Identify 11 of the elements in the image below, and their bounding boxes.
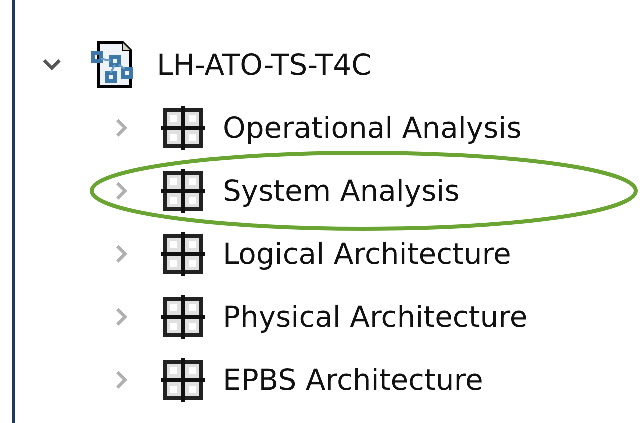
- tree-item-label[interactable]: Logical Architecture: [223, 236, 512, 270]
- grid-icon: [161, 232, 205, 276]
- tree-item-label[interactable]: EPBS Architecture: [223, 362, 484, 396]
- grid-icon: [161, 294, 205, 338]
- tree-item-label[interactable]: Physical Architecture: [223, 300, 528, 334]
- tree-item-label[interactable]: Operational Analysis: [223, 110, 522, 144]
- grid-icon: [161, 168, 205, 212]
- tree-item-label[interactable]: System Analysis: [223, 174, 460, 208]
- grid-icon: [161, 106, 205, 150]
- tree-item-label[interactable]: LH-ATO-TS-T4C: [157, 48, 372, 82]
- grid-icon: [161, 358, 205, 402]
